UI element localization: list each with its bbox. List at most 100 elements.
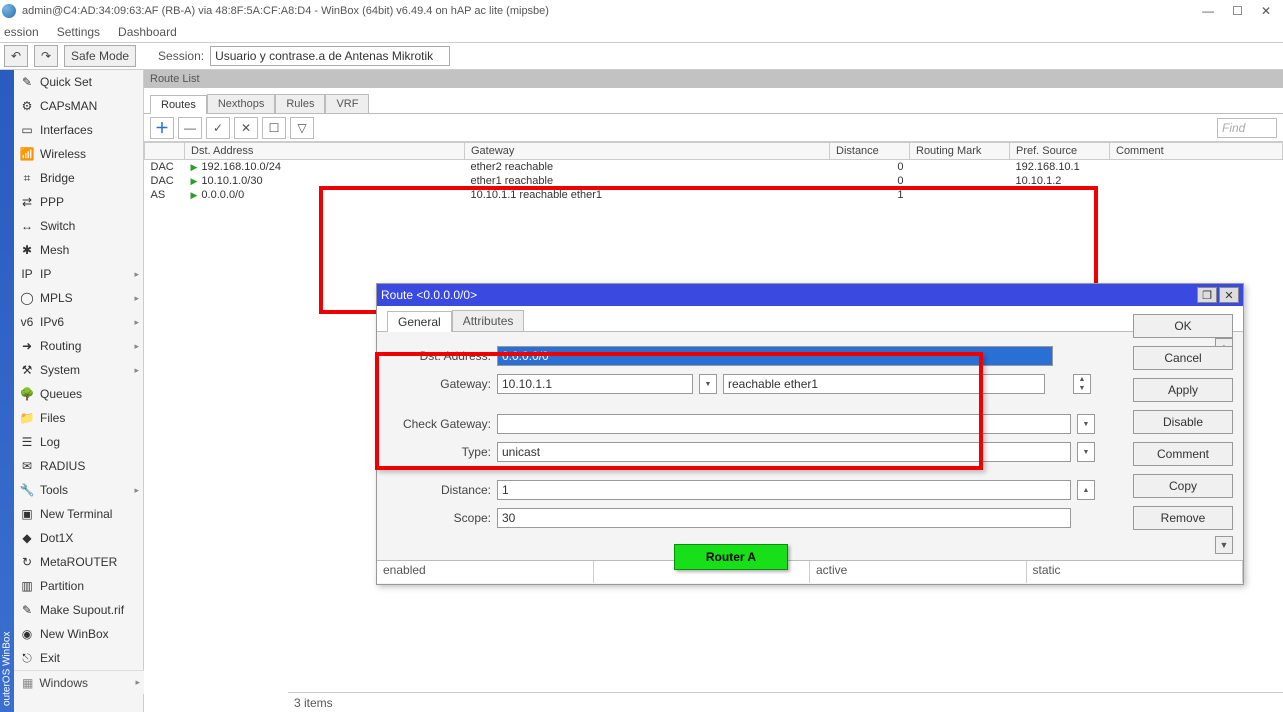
dialog-tab-general[interactable]: General (387, 311, 452, 332)
sidebar-icon: IP (20, 267, 34, 281)
sidebar-item-capsman[interactable]: ⚙CAPsMAN (14, 94, 143, 118)
sidebar-item-label: Bridge (40, 171, 75, 185)
dialog-restore-button[interactable]: ❐ (1197, 287, 1217, 303)
enable-button[interactable]: ✓ (206, 117, 230, 139)
input-gateway[interactable]: 10.10.1.1 (497, 374, 693, 394)
chevron-right-icon: ▸ (134, 485, 139, 496)
sidebar-icon: 📁 (20, 411, 34, 425)
app-logo-icon (2, 4, 16, 18)
table-row[interactable]: DAC▶10.10.1.0/30ether1 reachable010.10.1… (145, 174, 1283, 188)
sidebar-item-files[interactable]: 📁Files (14, 406, 143, 430)
filter-button[interactable]: ▽ (290, 117, 314, 139)
input-type[interactable]: unicast (497, 442, 1071, 462)
sidebar-icon: ↔ (20, 219, 34, 233)
sidebar-icon: ◉ (20, 627, 34, 641)
apply-button[interactable]: Apply (1133, 378, 1233, 402)
sidebar-item-quick-set[interactable]: ✎Quick Set (14, 70, 143, 94)
table-row[interactable]: DAC▶192.168.10.0/24ether2 reachable0192.… (145, 160, 1283, 175)
sidebar-item-metarouter[interactable]: ↻MetaROUTER (14, 550, 143, 574)
remove-button[interactable]: Remove (1133, 506, 1233, 530)
sidebar-icon: ✉ (20, 459, 34, 473)
sidebar-item-log[interactable]: ☰Log (14, 430, 143, 454)
sidebar-item-mesh[interactable]: ✱Mesh (14, 238, 143, 262)
sidebar-item-dot1x[interactable]: ◆Dot1X (14, 526, 143, 550)
sidebar-item-system[interactable]: ⚒System▸ (14, 358, 143, 382)
sidebar-item-partition[interactable]: ▥Partition (14, 574, 143, 598)
sidebar-item-interfaces[interactable]: ▭Interfaces (14, 118, 143, 142)
check-gateway-dropdown[interactable]: ▼ (1077, 414, 1095, 434)
comment-button[interactable]: Comment (1133, 442, 1233, 466)
dialog-close-button[interactable]: ✕ (1219, 287, 1239, 303)
tab-rules[interactable]: Rules (275, 94, 325, 113)
sidebar-item-routing[interactable]: ➜Routing▸ (14, 334, 143, 358)
sidebar-item-exit[interactable]: ⎋Exit (14, 646, 143, 670)
sidebar-item-bridge[interactable]: ⌗Bridge (14, 166, 143, 190)
tab-routes[interactable]: Routes (150, 95, 207, 114)
copy-button[interactable]: Copy (1133, 474, 1233, 498)
add-button[interactable]: ＋ (150, 117, 174, 139)
remove-row-button[interactable]: — (178, 117, 202, 139)
sidebar-item-wireless[interactable]: 📶Wireless (14, 142, 143, 166)
sidebar-item-new-winbox[interactable]: ◉New WinBox (14, 622, 143, 646)
column-header[interactable] (145, 143, 185, 160)
route-table: Dst. AddressGatewayDistanceRouting MarkP… (144, 142, 1283, 202)
session-label: Session: (158, 49, 204, 63)
sidebar-item-switch[interactable]: ↔ Switch (14, 214, 143, 238)
find-input[interactable]: Find (1217, 118, 1277, 138)
menu-session[interactable]: ession (4, 25, 39, 39)
column-header[interactable]: Dst. Address (185, 143, 465, 160)
undo-button[interactable]: ↶ (4, 45, 28, 67)
sidebar-item-mpls[interactable]: ◯MPLS▸ (14, 286, 143, 310)
minimize-button[interactable]: — (1202, 4, 1214, 18)
column-header[interactable]: Gateway (465, 143, 830, 160)
comment-button[interactable]: ☐ (262, 117, 286, 139)
label-scope: Scope: (389, 511, 491, 525)
table-row[interactable]: AS▶0.0.0.0/010.10.1.1 reachable ether11 (145, 188, 1283, 202)
safe-mode-button[interactable]: Safe Mode (64, 45, 136, 67)
column-header[interactable]: Comment (1110, 143, 1283, 160)
column-header[interactable]: Routing Mark (910, 143, 1010, 160)
maximize-button[interactable]: ☐ (1232, 4, 1243, 18)
column-header[interactable]: Distance (830, 143, 910, 160)
sidebar-item-new-terminal[interactable]: ▣New Terminal (14, 502, 143, 526)
tab-nexthops[interactable]: Nexthops (207, 94, 275, 113)
sidebar-item-queues[interactable]: 🌳Queues (14, 382, 143, 406)
sidebar: ✎Quick Set⚙CAPsMAN▭Interfaces📶Wireless⌗B… (14, 70, 144, 712)
input-check-gateway[interactable] (497, 414, 1071, 434)
sidebar-icon: 🌳 (20, 387, 34, 401)
input-distance[interactable]: 1 (497, 480, 1071, 500)
session-value[interactable]: Usuario y contrase.a de Antenas Mikrotik (210, 46, 450, 66)
gateway-spin[interactable]: ▲▼ (1073, 374, 1091, 394)
sidebar-item-ppp[interactable]: ⇄PPP (14, 190, 143, 214)
distance-spin[interactable]: ▲ (1077, 480, 1095, 500)
menu-dashboard[interactable]: Dashboard (118, 25, 177, 39)
type-dropdown[interactable]: ▼ (1077, 442, 1095, 462)
disable-button[interactable]: Disable (1133, 410, 1233, 434)
sidebar-item-ipv6[interactable]: v6IPv6▸ (14, 310, 143, 334)
sidebar-item-label: CAPsMAN (40, 99, 97, 113)
sidebar-item-make-supout.rif[interactable]: ✎Make Supout.rif (14, 598, 143, 622)
sidebar-item-radius[interactable]: ✉RADIUS (14, 454, 143, 478)
input-dst-address[interactable]: 0.0.0.0/0 (497, 346, 1053, 366)
sidebar-item-ip[interactable]: IPIP▸ (14, 262, 143, 286)
disable-button[interactable]: ✕ (234, 117, 258, 139)
column-header[interactable]: Pref. Source (1010, 143, 1110, 160)
dialog-tab-attributes[interactable]: Attributes (452, 310, 525, 331)
sidebar-item-label: PPP (40, 195, 64, 209)
status-cell: static (1027, 561, 1244, 583)
close-button[interactable]: ✕ (1261, 4, 1271, 18)
cancel-button[interactable]: Cancel (1133, 346, 1233, 370)
sidebar-icon: ▭ (20, 123, 34, 137)
ok-button[interactable]: OK (1133, 314, 1233, 338)
windows-menu[interactable]: ▦ Windows ▸ (14, 670, 144, 694)
tab-vrf[interactable]: VRF (325, 94, 369, 113)
sidebar-item-tools[interactable]: 🔧Tools▸ (14, 478, 143, 502)
redo-button[interactable]: ↷ (34, 45, 58, 67)
status-cell: enabled (377, 561, 594, 583)
input-scope[interactable]: 30 (497, 508, 1071, 528)
menu-settings[interactable]: Settings (57, 25, 100, 39)
sidebar-item-label: Switch (40, 219, 75, 233)
sidebar-icon: ➜ (20, 339, 34, 353)
scroll-down-button[interactable]: ▼ (1215, 536, 1233, 554)
gateway-dropdown[interactable]: ▼ (699, 374, 717, 394)
